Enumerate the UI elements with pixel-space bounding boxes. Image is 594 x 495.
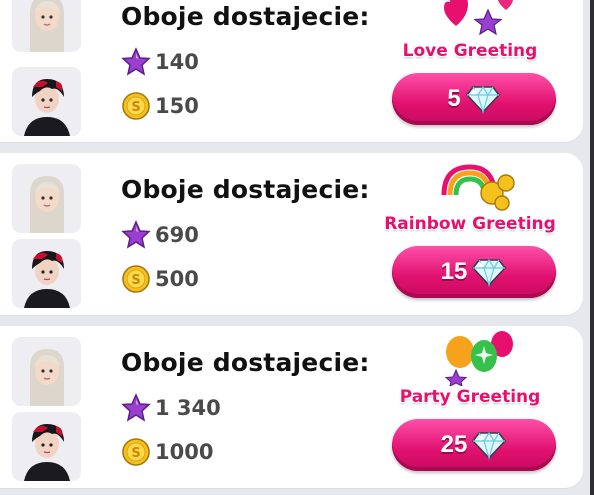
offer-card-rainbow: Oboje dostajecie: 690 S 500 Rainbow Gree… (0, 153, 583, 315)
avatar-dark-hair (12, 239, 81, 308)
price-value: 15 (440, 258, 468, 285)
diamond-icon (471, 430, 507, 461)
star-icon (121, 220, 151, 250)
stars-reward: 140 (121, 47, 199, 77)
reward-name: Rainbow Greeting (384, 214, 556, 234)
svg-text:S: S (131, 446, 140, 461)
love-greeting-art (440, 0, 520, 42)
buy-button-party[interactable]: 25 (392, 419, 556, 471)
star-icon (121, 393, 151, 423)
offer-card-party: Oboje dostajecie: 1 340 S 1000 Party Gre… (0, 326, 583, 488)
price-value: 25 (440, 431, 468, 458)
stars-value: 140 (155, 50, 199, 74)
rainbow-greeting-art (440, 161, 520, 215)
reward-heading: Oboje dostajecie: (121, 2, 370, 31)
reward-heading: Oboje dostajecie: (121, 348, 370, 377)
party-greeting-art (440, 328, 520, 390)
coins-value: 150 (155, 94, 199, 118)
offer-card-love: Oboje dostajecie: 140 S 150 Love Greetin… (0, 0, 583, 142)
stars-value: 1 340 (155, 396, 221, 420)
coins-value: 1000 (155, 440, 214, 464)
diamond-icon (465, 84, 501, 115)
star-icon (121, 47, 151, 77)
reward-heading: Oboje dostajecie: (121, 175, 370, 204)
stars-value: 690 (155, 223, 199, 247)
coins-value: 500 (155, 267, 199, 291)
coins-reward: S 1000 (121, 437, 213, 467)
price-value: 5 (447, 85, 461, 112)
coin-icon: S (121, 437, 151, 467)
coin-icon: S (121, 264, 151, 294)
reward-name: Love Greeting (402, 41, 538, 61)
svg-text:S: S (131, 100, 140, 115)
coin-icon: S (121, 91, 151, 121)
stars-reward: 1 340 (121, 393, 221, 423)
avatar-dark-hair (12, 412, 81, 481)
diamond-icon (471, 257, 507, 288)
svg-text:S: S (131, 273, 140, 288)
avatar-dark-hair (12, 67, 81, 136)
avatar-blonde (12, 164, 81, 233)
avatar-blonde (12, 0, 81, 52)
reward-name: Party Greeting (399, 387, 541, 407)
coins-reward: S 150 (121, 91, 199, 121)
buy-button-love[interactable]: 5 (392, 73, 556, 125)
coins-reward: S 500 (121, 264, 199, 294)
buy-button-rainbow[interactable]: 15 (392, 246, 556, 298)
window-edge (590, 0, 594, 495)
avatar-blonde (12, 337, 81, 406)
stars-reward: 690 (121, 220, 199, 250)
